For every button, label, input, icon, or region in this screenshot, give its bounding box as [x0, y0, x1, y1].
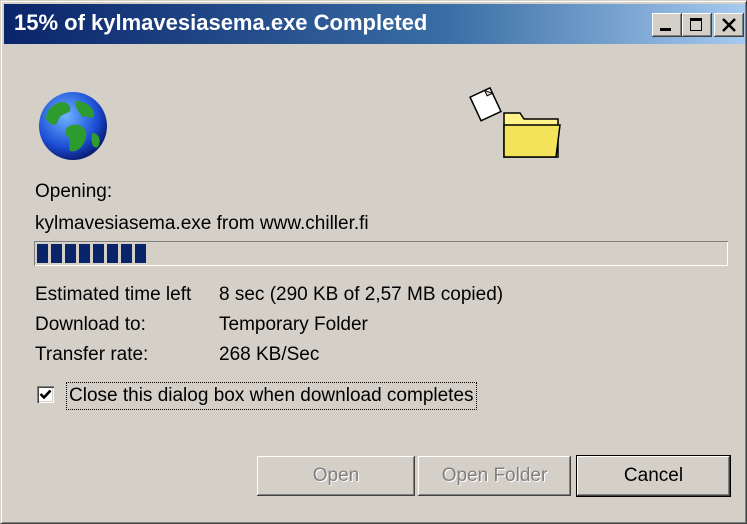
progress-segment	[93, 244, 104, 263]
close-button[interactable]	[714, 13, 744, 37]
progress-segment	[65, 244, 76, 263]
progress-segment	[37, 244, 48, 263]
download-to-label: Download to:	[35, 314, 146, 335]
close-on-complete-checkbox[interactable]	[37, 386, 54, 403]
globe-icon	[39, 92, 107, 160]
cancel-button[interactable]: Cancel	[576, 455, 731, 497]
close-icon	[722, 18, 736, 32]
progress-segment	[121, 244, 132, 263]
opening-label: Opening:	[35, 181, 113, 202]
progress-segment	[79, 244, 90, 263]
window-title: 15% of kylmavesiasema.exe Completed	[14, 10, 428, 35]
time-left-value: 8 sec (290 KB of 2,57 MB copied)	[219, 284, 504, 305]
transfer-rate-label: Transfer rate:	[35, 344, 149, 365]
progress-segment	[51, 244, 62, 263]
transfer-rate-value: 268 KB/Sec	[219, 344, 320, 365]
open-button[interactable]: Open	[257, 456, 415, 496]
maximize-button[interactable]	[682, 13, 712, 37]
close-on-complete-label[interactable]: Close this dialog box when download comp…	[66, 382, 477, 410]
progress-fill	[37, 244, 146, 263]
source-text: kylmavesiasema.exe from www.chiller.fi	[35, 213, 369, 234]
minimize-button[interactable]	[652, 13, 682, 37]
download-to-value: Temporary Folder	[219, 314, 368, 335]
checkmark-icon	[39, 389, 52, 400]
folder-icon	[469, 86, 561, 158]
progress-segment	[135, 244, 146, 263]
time-left-label: Estimated time left	[35, 284, 192, 305]
progress-segment	[107, 244, 118, 263]
download-dialog: 15% of kylmavesiasema.exe Completed Open…	[0, 0, 747, 524]
title-bar[interactable]: 15% of kylmavesiasema.exe Completed	[4, 4, 745, 44]
progress-bar	[34, 241, 728, 266]
open-folder-button[interactable]: Open Folder	[418, 456, 571, 496]
